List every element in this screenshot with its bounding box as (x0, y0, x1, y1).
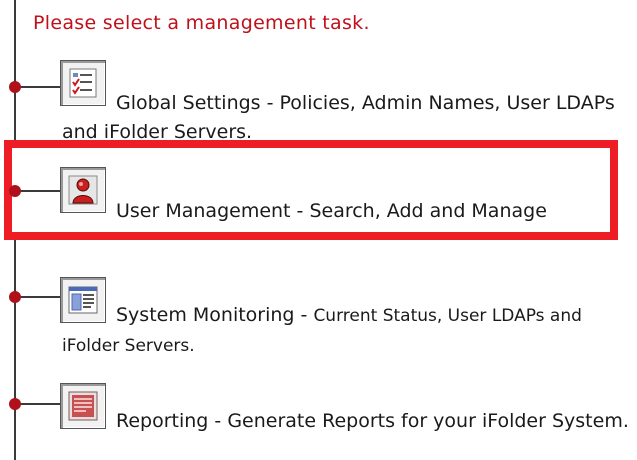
task-description: Search, Add and Manage (309, 200, 547, 222)
task-separator: - (260, 92, 280, 114)
task-separator: - (294, 304, 314, 326)
user-management-link[interactable]: User Management - Search, Add and Manage (62, 197, 607, 226)
global-settings-link[interactable]: Global Settings - Policies, Admin Names,… (62, 89, 632, 147)
user-management-text-clip: User Management - Search, Add and Manage (62, 197, 607, 233)
tree-node-bullet (9, 185, 21, 197)
task-name[interactable]: System Monitoring (116, 304, 295, 326)
task-separator: - (290, 200, 310, 222)
task-name[interactable]: User Management (116, 200, 291, 222)
tree-node-bullet (9, 398, 21, 410)
task-separator: - (208, 410, 228, 432)
system-monitoring-link[interactable]: System Monitoring - Current Status, User… (62, 301, 632, 361)
tree-node-bullet (9, 81, 21, 93)
tree-node-bullet (9, 291, 21, 303)
reporting-link[interactable]: Reporting - Generate Reports for your iF… (62, 407, 632, 436)
task-description: Generate Reports for your iFolder System… (227, 410, 629, 432)
task-name[interactable]: Reporting (116, 410, 208, 432)
task-name[interactable]: Global Settings (116, 92, 261, 114)
page-prompt: Please select a management task. (33, 12, 370, 34)
